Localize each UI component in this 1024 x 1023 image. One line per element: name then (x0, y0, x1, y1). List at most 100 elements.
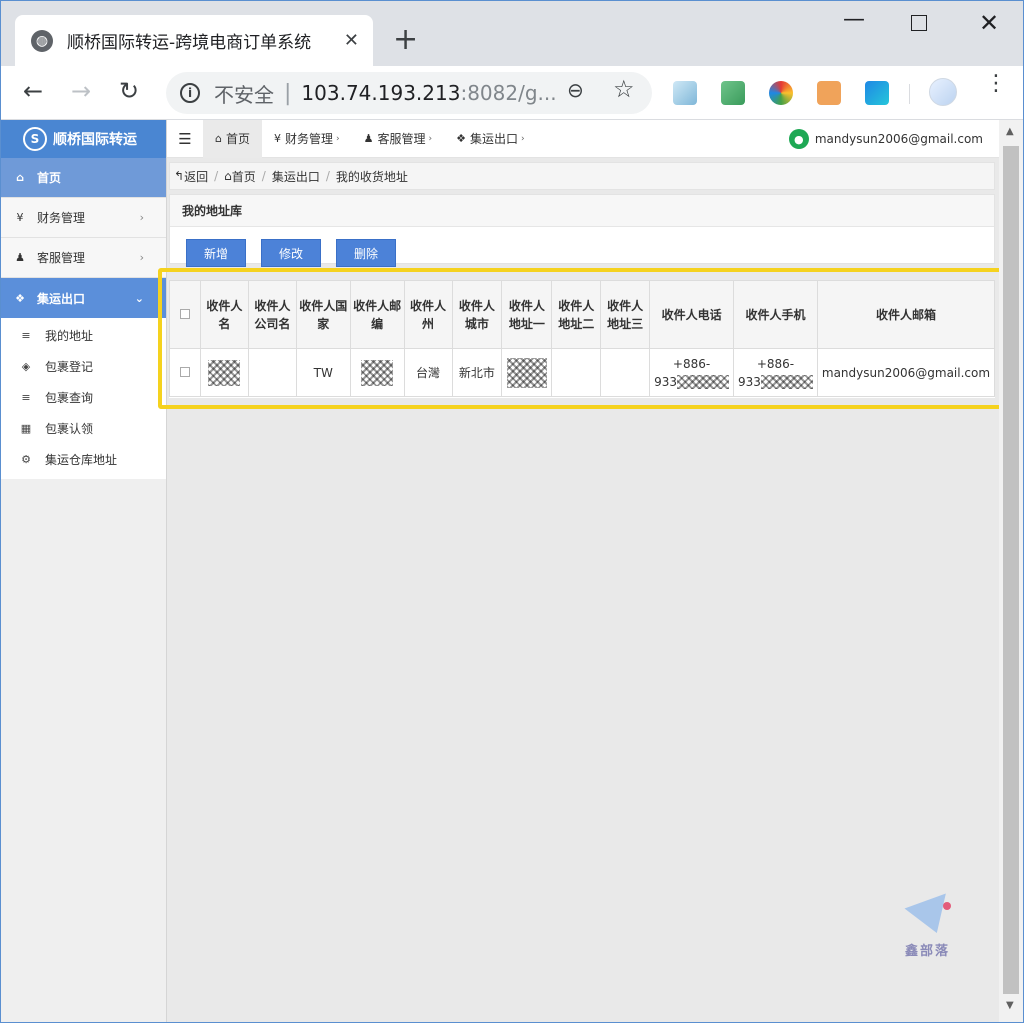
back-arrow-icon[interactable]: ↰ (174, 169, 184, 183)
profile-avatar[interactable] (929, 78, 957, 106)
user-email: mandysun2006@gmail.com (814, 132, 983, 146)
tab-title: 顺桥国际转运-跨境电商订单系统 (67, 33, 312, 53)
user-menu[interactable]: ● mandysun2006@gmail.com (788, 129, 983, 149)
sidebar-item-label: 财务管理 (37, 211, 86, 225)
extension-docs-icon[interactable] (673, 81, 697, 105)
scroll-up-icon[interactable]: ▲ (1006, 126, 1014, 137)
extension-mail-icon[interactable] (721, 81, 745, 105)
submenu-package-register[interactable]: ◈ 包裹登记 (1, 351, 166, 382)
masked-name (208, 359, 241, 386)
edit-button[interactable]: 修改 (261, 239, 321, 267)
header-cell[interactable]: 收件人手机 (733, 280, 818, 349)
sidebar-item-service[interactable]: ♟ 客服管理 › (1, 238, 166, 278)
header-cell[interactable]: 收件人国家 (295, 280, 351, 349)
new-tab-button[interactable]: + (393, 25, 418, 55)
tab-service[interactable]: ♟ 客服管理 › (352, 120, 445, 158)
table-row[interactable]: TW 台灣 新北市 +886- 933 +886- 933 mandysun20… (169, 348, 996, 397)
scroll-down-icon[interactable]: ▼ (1006, 1000, 1014, 1011)
submenu-warehouse-address[interactable]: ⚙ 集运仓库地址 (1, 444, 166, 475)
tab-strip: ◍ 顺桥国际转运-跨境电商订单系统 ✕ + — ✕ (1, 1, 1023, 66)
header-cell[interactable]: 收件人名 (199, 280, 249, 349)
address-table-wrap: 收件人名 收件人公司名 收件人国家 收件人邮编 收件人州 收件人城市 收件人地址… (169, 280, 996, 398)
submenu-label: 集运仓库地址 (45, 453, 118, 467)
tab-close-icon[interactable]: ✕ (344, 30, 359, 51)
brand[interactable]: S 顺桥国际转运 (1, 120, 166, 158)
submenu-package-query[interactable]: ≡ 包裹查询 (1, 382, 166, 413)
cell-name (199, 348, 249, 397)
tab-label: 财务管理 (285, 132, 334, 146)
cell-address1 (501, 348, 553, 397)
cell-city: 新北市 (451, 348, 503, 397)
sidebar-item-label: 首页 (37, 171, 62, 185)
masked-zip (361, 359, 394, 386)
header-cell[interactable]: 收件人地址二 (551, 280, 602, 349)
home-icon: ⌂ (215, 132, 222, 145)
header-cell[interactable]: 收件人城市 (451, 280, 503, 349)
submenu-label: 包裹登记 (45, 360, 94, 374)
cubes-icon: ❖ (456, 132, 466, 145)
extension-box-icon[interactable] (817, 81, 841, 105)
delete-button[interactable]: 删除 (336, 239, 396, 267)
minimize-icon[interactable]: — (843, 7, 865, 32)
sidebar-item-export[interactable]: ❖ 集运出口 ⌄ (1, 278, 166, 318)
breadcrumb-current: 我的收货地址 (335, 169, 408, 184)
url-rest: :8082/g... (460, 81, 557, 105)
submenu-package-claim[interactable]: ▦ 包裹认领 (1, 413, 166, 444)
header-cell[interactable]: 收件人州 (403, 280, 453, 349)
zoom-icon[interactable]: ⊖ (567, 78, 584, 102)
row-checkbox[interactable] (179, 366, 190, 377)
submenu-my-address[interactable]: ≡ 我的地址 (1, 320, 166, 351)
tab-label: 客服管理 (377, 132, 426, 146)
sidebar-item-finance[interactable]: ¥ 财务管理 › (1, 198, 166, 238)
maximize-icon[interactable] (911, 15, 927, 31)
row-select-cell[interactable] (169, 348, 201, 397)
header-cell[interactable]: 收件人地址一 (501, 280, 553, 349)
close-window-icon[interactable]: ✕ (979, 9, 999, 37)
add-button[interactable]: 新增 (186, 239, 246, 267)
select-all-checkbox[interactable] (179, 308, 190, 319)
menu-dots-icon[interactable]: ⋮ (985, 73, 1007, 95)
extension-share-icon[interactable] (865, 81, 889, 105)
breadcrumb-separator: / (261, 169, 266, 183)
mobile-prefix: +886- (756, 356, 795, 371)
cell-email: mandysun2006@gmail.com (816, 348, 996, 397)
info-icon[interactable]: i (180, 83, 200, 103)
header-cell[interactable]: 收件人邮箱 (816, 280, 996, 349)
breadcrumb-home[interactable]: 首页 (232, 168, 256, 185)
grid-icon: ▦ (20, 422, 32, 435)
header-cell[interactable]: 收件人地址三 (600, 280, 651, 349)
brand-name: 顺桥国际转运 (53, 132, 137, 148)
tab-export[interactable]: ❖ 集运出口 › (444, 120, 537, 158)
browser-window: ◍ 顺桥国际转运-跨境电商订单系统 ✕ + — ✕ ← → ↻ i 不安全 | … (0, 0, 1024, 1023)
breadcrumb-back[interactable]: 返回 (184, 168, 208, 185)
scroll-thumb[interactable] (1003, 146, 1019, 994)
browser-tab[interactable]: ◍ 顺桥国际转运-跨境电商订单系统 ✕ (15, 15, 373, 66)
cell-state: 台灣 (403, 348, 453, 397)
sidebar-item-label: 集运出口 (37, 291, 86, 306)
star-icon[interactable]: ☆ (613, 75, 635, 103)
list-icon: ≡ (21, 391, 31, 404)
hamburger-icon[interactable]: ☰ (167, 130, 203, 148)
scrollbar[interactable]: ▲ ▼ (999, 120, 1023, 1022)
tab-finance[interactable]: ¥ 财务管理 › (262, 120, 352, 158)
tab-label: 集运出口 (470, 132, 519, 146)
header-cell[interactable]: 收件人公司名 (247, 280, 297, 349)
forward-icon[interactable]: → (71, 78, 91, 104)
reload-icon[interactable]: ↻ (119, 78, 139, 104)
select-all-cell[interactable] (169, 280, 201, 349)
extension-color-icon[interactable] (769, 81, 793, 105)
chevron-down-icon: ⌄ (134, 291, 144, 305)
sidebar-item-home[interactable]: ⌂ 首页 (1, 158, 166, 198)
cell-company (247, 348, 297, 397)
header-cell[interactable]: 收件人邮编 (349, 280, 405, 349)
yen-icon: ¥ (16, 211, 24, 224)
tab-home[interactable]: ⌂ 首页 (203, 119, 262, 158)
sidebar-submenu: ≡ 我的地址 ◈ 包裹登记 ≡ 包裹查询 ▦ 包裹认领 ⚙ 集运仓库地址 (1, 318, 166, 479)
brand-logo-icon: S (23, 127, 47, 151)
chevron-right-icon: › (336, 133, 340, 144)
back-icon[interactable]: ← (23, 78, 43, 104)
submenu-label: 包裹认领 (45, 422, 94, 436)
header-cell[interactable]: 收件人电话 (649, 280, 735, 349)
list-icon: ≡ (21, 329, 31, 342)
breadcrumb-export[interactable]: 集运出口 (272, 168, 320, 185)
